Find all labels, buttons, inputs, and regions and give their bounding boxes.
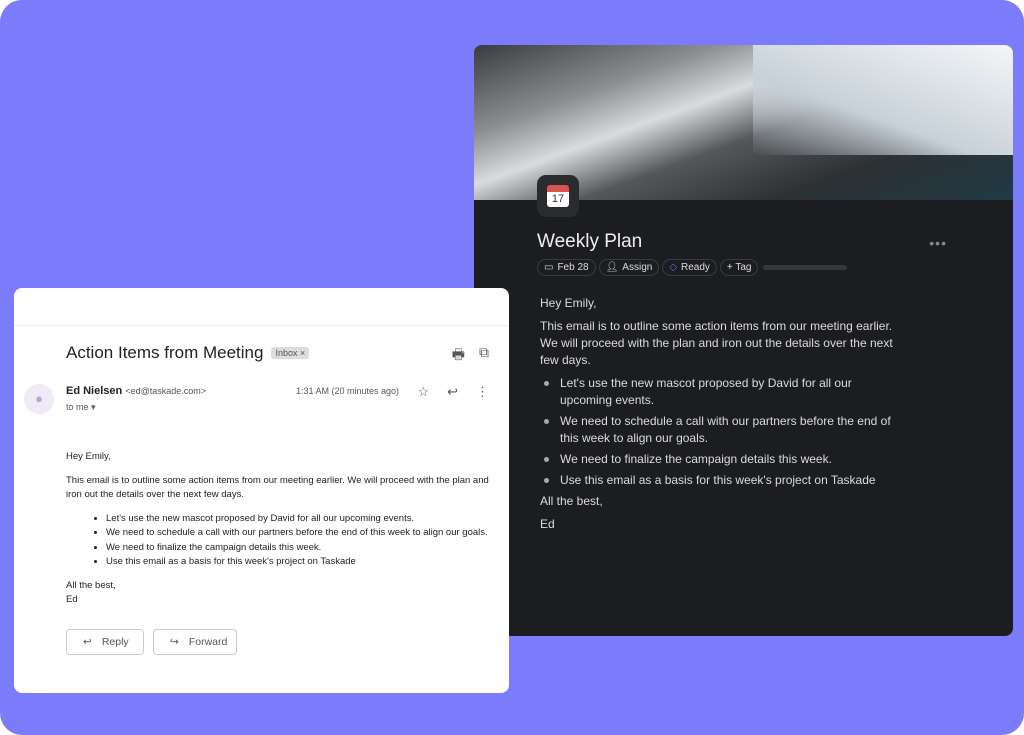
calendar-icon: 17 bbox=[547, 185, 569, 207]
taskade-project-panel: 17 Weekly Plan ••• ▭ Feb 28 👤︎ Assign ◇ Rea… bbox=[474, 45, 1013, 636]
status-label: Ready bbox=[681, 262, 710, 273]
ellipsis-icon[interactable]: ••• bbox=[929, 235, 947, 251]
email-subject: Action Items from Meeting bbox=[66, 343, 264, 362]
project-meta-chips: ▭ Feb 28 👤︎ Assign ◇ Ready + Tag bbox=[537, 259, 848, 276]
list-item: Use this email as a basis for this week'… bbox=[106, 555, 491, 570]
reply-label: Reply bbox=[101, 636, 129, 648]
signature: Ed bbox=[66, 594, 78, 605]
intro-paragraph[interactable]: This email is to outline some action ite… bbox=[540, 318, 900, 369]
intro-paragraph: This email is to outline some action ite… bbox=[66, 474, 489, 501]
list-item: Let's use the new mascot proposed by Dav… bbox=[106, 512, 491, 527]
list-item[interactable]: Let's use the new mascot proposed by Dav… bbox=[540, 375, 900, 409]
assign-chip[interactable]: 👤︎ Assign bbox=[598, 259, 660, 276]
subject-line: Action Items from Meeting Inbox × bbox=[66, 343, 310, 363]
forward-label: Forward bbox=[188, 636, 228, 648]
project-title[interactable]: Weekly Plan bbox=[537, 231, 642, 253]
timestamp: 1:31 AM (20 minutes ago) bbox=[295, 386, 399, 396]
tag-icon: ◇ bbox=[669, 262, 678, 273]
sender: Ed Nielsen <ed@taskade.com> bbox=[66, 385, 206, 397]
status-chip[interactable]: ◇ Ready bbox=[662, 259, 717, 276]
inbox-label[interactable]: Inbox × bbox=[271, 347, 310, 359]
signoff[interactable]: All the best, bbox=[540, 493, 900, 510]
action-items-list: Let's use the new mascot proposed by Dav… bbox=[66, 512, 491, 570]
add-tag-label: + Tag bbox=[726, 262, 752, 273]
user-icon: 👤︎ bbox=[605, 262, 619, 273]
open-new-window-icon[interactable]: ⧉ bbox=[479, 344, 489, 368]
add-tag-chip[interactable]: + Tag bbox=[719, 259, 759, 276]
recipient-dropdown[interactable]: to me ▾ bbox=[66, 402, 96, 413]
greeting[interactable]: Hey Emily, bbox=[540, 295, 900, 312]
forward-icon: ↪ bbox=[170, 636, 179, 648]
date-label: Feb 28 bbox=[557, 262, 589, 273]
star-icon[interactable]: ☆ bbox=[417, 384, 429, 400]
list-item[interactable]: We need to finalize the campaign details… bbox=[540, 451, 900, 468]
calendar-icon: ▭ bbox=[544, 262, 554, 273]
project-content: Hey Emily, This email is to outline some… bbox=[540, 295, 900, 539]
progress-bar bbox=[763, 265, 848, 270]
list-item[interactable]: Use this email as a basis for this week'… bbox=[540, 472, 900, 489]
reply-icon[interactable]: ↩ bbox=[447, 384, 458, 400]
assign-label: Assign bbox=[622, 262, 653, 273]
greeting: Hey Emily, bbox=[66, 451, 111, 462]
reply-icon: ↩ bbox=[83, 636, 92, 648]
action-items-list: Let's use the new mascot proposed by Dav… bbox=[540, 375, 900, 489]
list-item: We need to schedule a call with our part… bbox=[106, 526, 491, 541]
sender-email: <ed@taskade.com> bbox=[125, 386, 206, 396]
avatar: ● bbox=[24, 384, 54, 414]
signature[interactable]: Ed bbox=[540, 516, 900, 533]
more-vert-icon[interactable]: ⋮ bbox=[476, 384, 489, 400]
reply-button[interactable]: ↩ Reply bbox=[66, 629, 144, 655]
gmail-message-card: Action Items from Meeting Inbox × 🖶︎ ⧉ ● … bbox=[14, 288, 509, 693]
toolbar-area bbox=[14, 288, 509, 326]
sender-name: Ed Nielsen bbox=[66, 385, 123, 397]
print-icon[interactable]: 🖶︎ bbox=[452, 344, 465, 368]
date-chip[interactable]: ▭ Feb 28 bbox=[537, 259, 596, 276]
signoff: All the best, bbox=[66, 579, 116, 591]
list-item: We need to finalize the campaign details… bbox=[106, 541, 491, 556]
forward-button[interactable]: ↪ Forward bbox=[153, 629, 237, 655]
project-icon[interactable]: 17 bbox=[537, 175, 579, 217]
list-item[interactable]: We need to schedule a call with our part… bbox=[540, 413, 900, 447]
email-body: Hey Emily, This email is to outline some… bbox=[66, 450, 491, 617]
